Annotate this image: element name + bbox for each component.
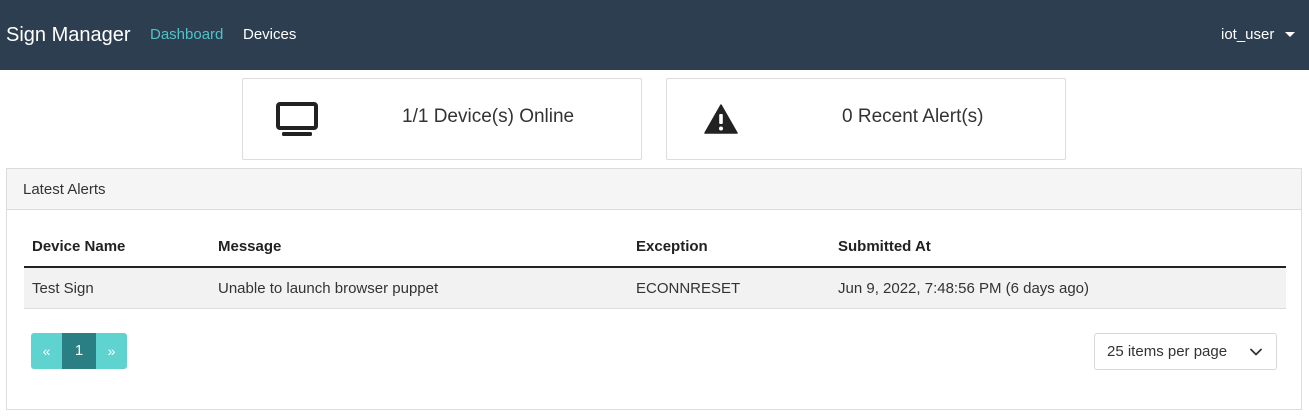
cell-exception: ECONNRESET <box>636 280 741 297</box>
column-header-exception: Exception <box>636 238 708 255</box>
column-header-device-name: Device Name <box>32 238 126 255</box>
pagination-prev-button[interactable]: « <box>31 333 62 369</box>
items-per-page-value: 25 items per page <box>1107 343 1228 360</box>
cell-submitted-at: Jun 9, 2022, 7:48:56 PM (6 days ago) <box>838 280 1089 297</box>
pagination-next-button[interactable]: » <box>96 333 127 369</box>
nav-link-devices[interactable]: Devices <box>243 25 296 45</box>
latest-alerts-panel: Latest Alerts Device Name Message Except… <box>6 168 1302 410</box>
cell-message: Unable to launch browser puppet <box>218 280 439 297</box>
top-navbar: Sign Manager Dashboard Devices iot_user <box>0 0 1309 70</box>
warning-icon <box>704 104 738 134</box>
cell-device-name: Test Sign <box>32 280 94 297</box>
monitor-icon <box>276 102 318 136</box>
devices-online-card: 1/1 Device(s) Online <box>242 78 642 160</box>
column-header-submitted-at: Submitted At <box>838 238 931 255</box>
caret-down-icon[interactable] <box>1285 32 1295 37</box>
recent-alerts-text: 0 Recent Alert(s) <box>842 106 984 127</box>
panel-heading: Latest Alerts <box>7 169 1301 210</box>
recent-alerts-card: 0 Recent Alert(s) <box>666 78 1066 160</box>
items-per-page-select[interactable]: 25 items per page <box>1094 333 1277 370</box>
column-header-message: Message <box>218 238 282 255</box>
devices-online-text: 1/1 Device(s) Online <box>402 106 575 127</box>
user-menu[interactable]: iot_user <box>1221 25 1274 45</box>
pagination-page-1[interactable]: 1 <box>62 333 96 369</box>
brand-title[interactable]: Sign Manager <box>6 22 131 48</box>
panel-title: Latest Alerts <box>23 181 106 198</box>
chevron-down-icon <box>1250 348 1262 356</box>
nav-link-dashboard[interactable]: Dashboard <box>150 25 223 45</box>
